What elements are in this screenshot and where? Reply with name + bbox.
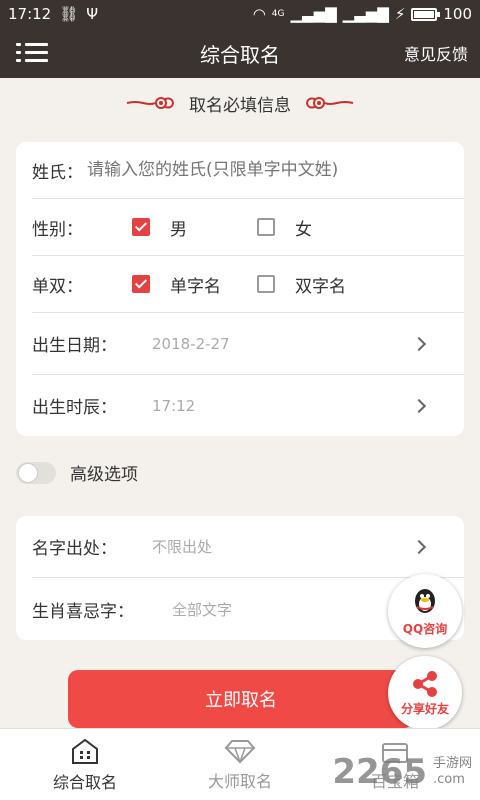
- battery-icon: [411, 7, 441, 21]
- charging-icon: ⚡: [394, 5, 406, 23]
- male-label: 男: [170, 219, 187, 240]
- female-label: 女: [295, 219, 312, 240]
- status-time: 17:12: [8, 5, 52, 23]
- single-checkbox[interactable]: [132, 275, 150, 293]
- section-title: 取名必填信息: [0, 88, 480, 118]
- female-checkbox[interactable]: [257, 218, 275, 236]
- tab-label: 大师取名: [207, 772, 272, 791]
- birth-date-row[interactable]: 出生日期： 2018-2-27: [32, 313, 464, 375]
- birth-hour-label: 出生时辰：: [32, 398, 117, 418]
- tab-comprehensive-naming[interactable]: 综合取名: [5, 729, 165, 800]
- single-name-option[interactable]: 单字名: [132, 272, 221, 297]
- watermark-sub2: .com: [432, 772, 465, 787]
- network-type: 4G: [271, 9, 285, 19]
- birth-hour-value: 17:12: [152, 396, 196, 415]
- watermark-sub1: 手游网: [432, 756, 472, 772]
- single-label: 单字名: [170, 276, 221, 297]
- gender-male-option[interactable]: 男: [132, 215, 187, 240]
- chevron-right-icon: [411, 539, 427, 554]
- gender-female-option[interactable]: 女: [257, 215, 312, 240]
- surname-row: 姓氏 ：: [32, 142, 464, 199]
- share-friends-label: 分享好友: [400, 701, 449, 716]
- double-label: 双字名: [295, 276, 346, 297]
- qq-penguin-icon: [415, 588, 435, 613]
- usb-tether-icon: ⛓: [59, 5, 79, 23]
- diamond-icon: [224, 740, 256, 764]
- double-checkbox[interactable]: [257, 275, 275, 293]
- battery-percent: 100: [443, 5, 472, 23]
- double-name-option[interactable]: 双字名: [257, 272, 346, 297]
- qq-consult-button[interactable]: QQ咨询: [388, 574, 462, 648]
- usb-icon: Ψ: [86, 5, 99, 23]
- gender-row: 性别： 男 女: [32, 199, 464, 256]
- status-bar: 17:12 ⛓ Ψ ◠ 4G ▁▃▅▇ ▁▃▅▇ ⚡ 100: [0, 0, 480, 28]
- name-origin-row[interactable]: 名字出处： 不限出处: [32, 516, 464, 578]
- submit-naming-button[interactable]: 立即取名: [68, 670, 414, 728]
- watermark-logo: 2265 手游网 .com: [332, 752, 472, 792]
- surname-label: 姓氏: [32, 162, 66, 183]
- tab-label: 综合取名: [52, 773, 117, 792]
- chevron-right-icon: [411, 336, 427, 351]
- feedback-button[interactable]: 意见反馈: [404, 41, 468, 65]
- share-icon: [413, 670, 437, 697]
- birth-hour-row[interactable]: 出生时辰： 17:12: [32, 375, 464, 436]
- gender-label: 性别：: [32, 219, 83, 240]
- section-title-text: 取名必填信息: [189, 95, 291, 116]
- cloud-ornament-left-icon: [126, 97, 175, 109]
- share-friends-button[interactable]: 分享好友: [388, 656, 462, 730]
- app-header: 综合取名 意见反馈: [0, 28, 480, 78]
- birth-date-label: 出生日期：: [32, 336, 117, 356]
- advanced-toggle-switch[interactable]: [16, 461, 56, 484]
- name-origin-value: 不限出处: [152, 538, 213, 556]
- birth-date-value: 2018-2-27: [152, 334, 230, 353]
- wifi-icon: ◠: [252, 5, 266, 23]
- advanced-options-toggle-row[interactable]: 高级选项: [16, 460, 138, 485]
- required-info-card: 姓氏 ： 性别： 男 女 单双： 单字名 双字名 出生日期： 2018-2-27…: [16, 142, 464, 436]
- zodiac-value: 全部文字: [172, 600, 233, 619]
- single-double-row: 单双： 单字名 双字名: [32, 256, 464, 313]
- cloud-ornament-right-icon: [305, 97, 354, 109]
- name-origin-label: 名字出处：: [32, 539, 117, 559]
- menu-icon[interactable]: [16, 41, 48, 65]
- chevron-right-icon: [411, 398, 427, 413]
- house-icon: [72, 738, 98, 764]
- tab-master-naming[interactable]: 大师取名: [160, 729, 320, 800]
- qq-consult-label: QQ咨询: [402, 621, 448, 636]
- surname-input[interactable]: [87, 160, 417, 180]
- male-checkbox[interactable]: [132, 218, 150, 236]
- surname-colon: ：: [66, 162, 83, 183]
- zodiac-label: 生肖喜忌字：: [32, 601, 134, 622]
- advanced-options-label: 高级选项: [70, 465, 138, 485]
- watermark-brand: 2265: [332, 752, 427, 792]
- signal-icon: ▁▃▅▇: [290, 5, 337, 23]
- signal-icon-2: ▁▃▅▇: [342, 5, 389, 23]
- single-double-label: 单双：: [32, 276, 83, 297]
